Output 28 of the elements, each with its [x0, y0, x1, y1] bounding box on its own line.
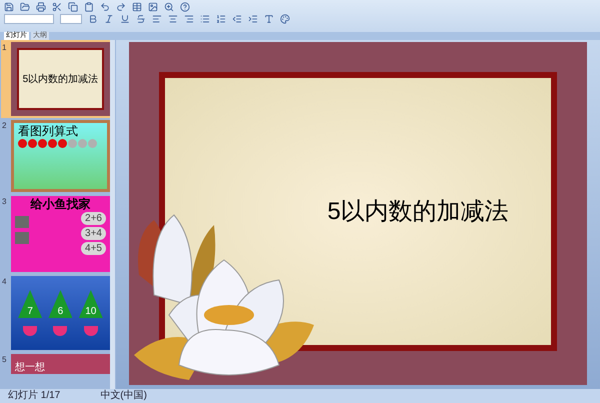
slide-number: 2: [2, 120, 8, 132]
slide-number: 4: [2, 276, 8, 288]
cloud-label: 4+5: [81, 242, 106, 255]
slide-number: 3: [2, 196, 8, 208]
slide-item[interactable]: 4 7 6 10: [1, 274, 110, 352]
slide-thumbnail[interactable]: 5以内数的加减法: [10, 42, 110, 116]
slide-thumbnail[interactable]: 想一想: [10, 354, 110, 374]
thumbnail-title: 看图列算式: [18, 123, 79, 139]
slide-number: 1: [2, 42, 8, 54]
slide-number: 5: [2, 354, 8, 366]
tree-label: 10: [78, 290, 103, 318]
status-text: 中文(中国): [100, 390, 147, 402]
slide-item[interactable]: 3 给小鱼找家 2+6 3+4 4+5: [1, 194, 110, 274]
cloud-label: 3+4: [81, 227, 106, 240]
slide-item[interactable]: 1 5以内数的加减法: [1, 40, 110, 118]
slide-thumbnail[interactable]: 给小鱼找家 2+6 3+4 4+5: [10, 196, 110, 272]
status-text: 幻灯片 1/17: [8, 390, 60, 402]
thumbnail-title: 5以内数的加减法: [22, 72, 98, 86]
tree-label: 6: [48, 290, 72, 318]
thumbnail-title: 给小鱼找家: [30, 196, 90, 212]
slide-thumbnail[interactable]: 7 6 10: [10, 276, 110, 350]
slide-title: 5以内数的加减法: [327, 196, 509, 226]
thumbnail-title: 想一想: [14, 362, 45, 373]
slide-thumbnail[interactable]: 看图列算式: [10, 120, 110, 192]
cloud-label: 2+6: [81, 212, 106, 225]
slide-item[interactable]: 5 想一想: [1, 352, 110, 376]
slide-item[interactable]: 2 看图列算式: [1, 118, 110, 194]
tree-label: 7: [18, 290, 42, 318]
